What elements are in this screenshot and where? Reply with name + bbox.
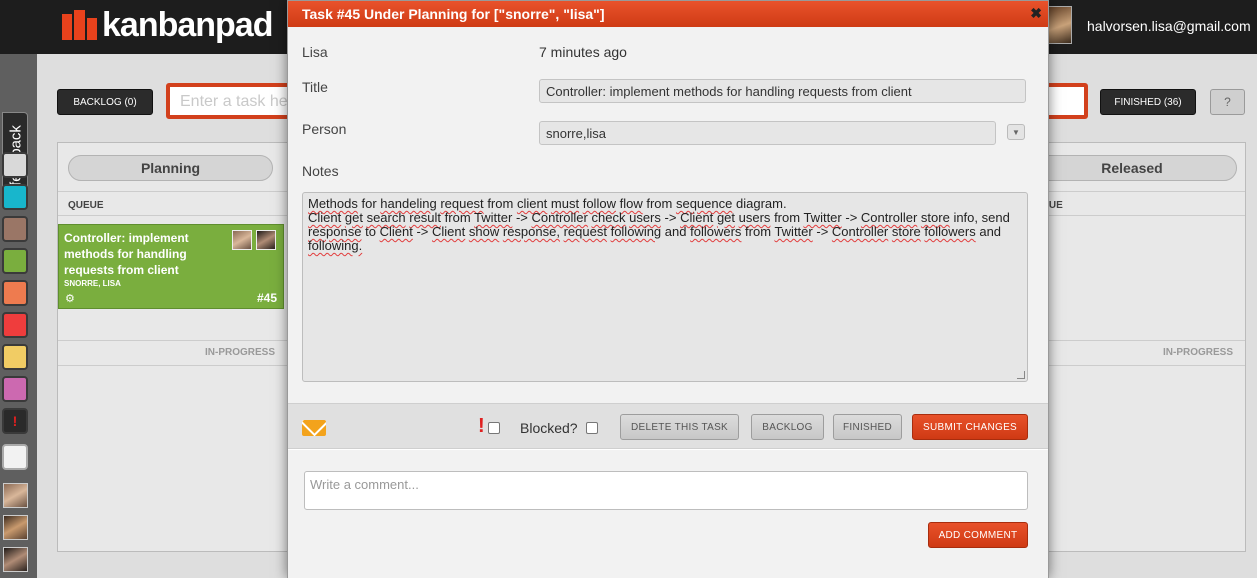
swatch-urgent[interactable]: ! bbox=[2, 408, 28, 434]
member-avatar-1[interactable] bbox=[3, 483, 28, 508]
user-email[interactable]: halvorsen.lisa@gmail.com bbox=[1087, 18, 1251, 34]
task-entry-placeholder: Enter a task he bbox=[180, 93, 288, 110]
member-avatar-3[interactable] bbox=[3, 547, 28, 572]
card-avatar-1 bbox=[232, 230, 252, 250]
time-ago: 7 minutes ago bbox=[539, 44, 627, 60]
column-planning: Planning QUEUE IN-PROGRESS bbox=[57, 142, 288, 552]
chevron-down-icon[interactable]: ▼ bbox=[1007, 124, 1025, 140]
comment-area: Write a comment... ADD COMMENT bbox=[288, 450, 1048, 578]
logo-mark-icon bbox=[62, 10, 98, 40]
kanbanpad-logo[interactable]: kanbanpad bbox=[62, 5, 273, 44]
gear-icon[interactable]: ⚙ bbox=[65, 292, 75, 305]
author-name: Lisa bbox=[302, 44, 328, 60]
card-title: Controller: implement methods for handli… bbox=[64, 231, 189, 277]
backlog-button[interactable]: BACKLOG (0) bbox=[57, 89, 153, 115]
notes-text: Methods for handeling request from clien… bbox=[308, 196, 1010, 253]
person-field[interactable]: snorre,lisa bbox=[539, 121, 996, 145]
card-number: #45 bbox=[256, 291, 277, 305]
resize-grip-icon[interactable] bbox=[1017, 371, 1025, 379]
blocked-checkbox[interactable] bbox=[586, 422, 598, 434]
card-people: SNORRE, LISA bbox=[64, 279, 121, 288]
finished-button[interactable]: FINISHED (36) bbox=[1100, 89, 1196, 115]
title-label: Title bbox=[302, 79, 328, 95]
left-sidebar: feedback ! bbox=[0, 54, 37, 578]
swatch-blank[interactable] bbox=[2, 444, 28, 470]
member-avatar-2[interactable] bbox=[3, 515, 28, 540]
column-title-planning[interactable]: Planning bbox=[68, 155, 273, 181]
modal-action-bar: ! Blocked? DELETE THIS TASK BACKLOG FINI… bbox=[288, 403, 1048, 449]
lane-label-in-progress: IN-PROGRESS bbox=[204, 347, 275, 358]
swatch-pink[interactable] bbox=[2, 376, 28, 402]
mail-icon[interactable] bbox=[302, 420, 326, 436]
close-icon[interactable]: ✖ bbox=[1030, 5, 1042, 22]
swatch-salmon[interactable] bbox=[2, 280, 28, 306]
swatch-red[interactable] bbox=[2, 312, 28, 338]
comment-input[interactable]: Write a comment... bbox=[304, 471, 1028, 510]
urgent-checkbox[interactable] bbox=[488, 422, 500, 434]
urgent-icon: ! bbox=[478, 415, 485, 437]
lane-label-in-progress: IN-PROGRESS bbox=[1162, 347, 1233, 358]
modal-header: Task #45 Under Planning for ["snorre", "… bbox=[288, 1, 1048, 27]
backlog-move-button[interactable]: BACKLOG bbox=[751, 414, 824, 440]
notes-textarea[interactable]: Methods for handeling request from clien… bbox=[302, 192, 1028, 382]
title-field[interactable]: Controller: implement methods for handli… bbox=[539, 79, 1026, 103]
swatch-green[interactable] bbox=[2, 248, 28, 274]
swatch-brown[interactable] bbox=[2, 216, 28, 242]
help-button[interactable]: ? bbox=[1210, 89, 1245, 115]
submit-changes-button[interactable]: SUBMIT CHANGES bbox=[912, 414, 1028, 440]
card-avatar-2 bbox=[256, 230, 276, 250]
column-title-released[interactable]: Released bbox=[1027, 155, 1237, 181]
delete-task-button[interactable]: DELETE THIS TASK bbox=[620, 414, 739, 440]
swatch-yellow[interactable] bbox=[2, 344, 28, 370]
notes-label: Notes bbox=[302, 163, 339, 179]
add-comment-button[interactable]: ADD COMMENT bbox=[928, 522, 1028, 548]
task-modal: Task #45 Under Planning for ["snorre", "… bbox=[287, 0, 1049, 578]
logo-text: kanbanpad bbox=[102, 5, 273, 44]
blocked-label: Blocked? bbox=[520, 420, 578, 436]
modal-title: Task #45 Under Planning for ["snorre", "… bbox=[302, 6, 605, 22]
lane-label-queue: QUEUE bbox=[68, 200, 104, 211]
swatch-silver[interactable] bbox=[2, 152, 28, 178]
finished-move-button[interactable]: FINISHED bbox=[833, 414, 902, 440]
swatch-cyan[interactable] bbox=[2, 184, 28, 210]
task-card[interactable]: Controller: implement methods for handli… bbox=[58, 224, 284, 309]
person-label: Person bbox=[302, 121, 347, 137]
modal-body: Lisa 7 minutes ago Title Controller: imp… bbox=[288, 27, 1048, 403]
